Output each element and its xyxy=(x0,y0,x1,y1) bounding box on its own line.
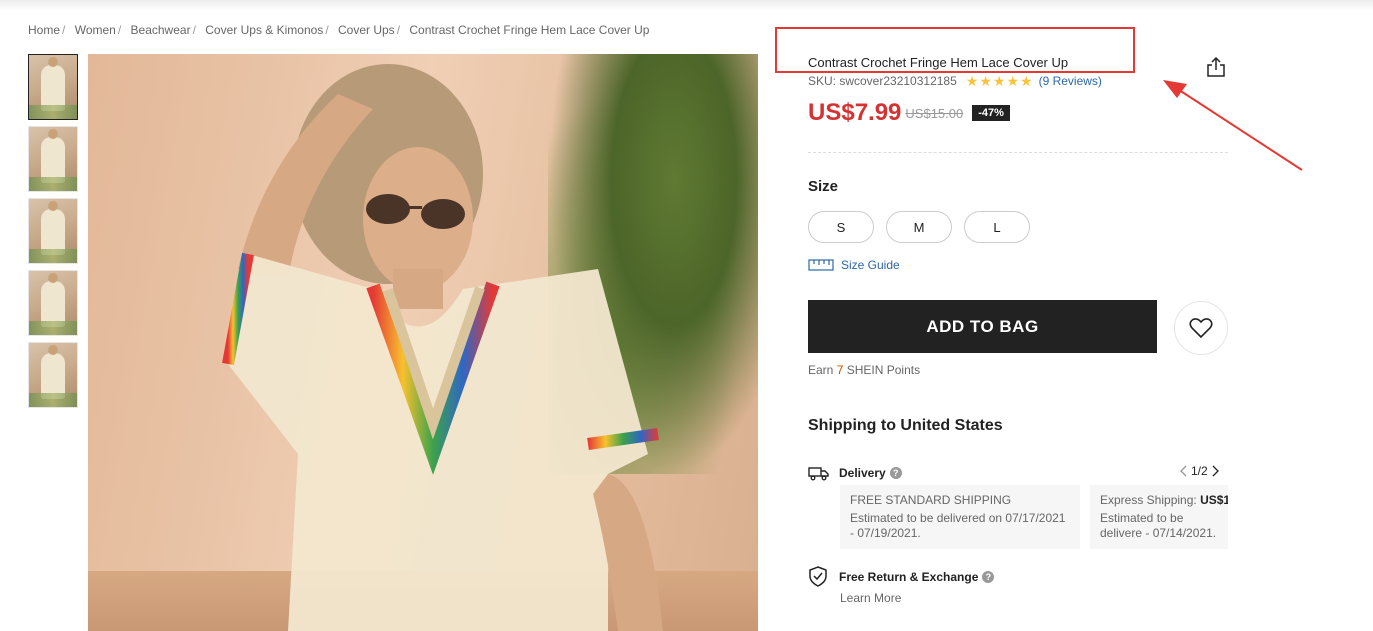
breadcrumb-home[interactable]: Home xyxy=(28,23,60,37)
shipping-option-card[interactable]: Express Shipping: US$1 Estimated to be d… xyxy=(1090,485,1228,549)
product-thumbnail[interactable] xyxy=(28,342,78,408)
delivery-row: Delivery ? xyxy=(808,465,902,481)
shipping-pager: 1/2 xyxy=(1180,464,1219,478)
breadcrumb-cover-ups-kimonos[interactable]: Cover Ups & Kimonos xyxy=(205,23,323,37)
model-illustration xyxy=(222,64,663,631)
breadcrumb-women[interactable]: Women xyxy=(75,23,116,37)
size-option-s[interactable]: S xyxy=(808,211,874,243)
plant-shape xyxy=(29,177,77,191)
main-product-image[interactable] xyxy=(88,54,758,631)
price-row: US$7.99 US$15.00 -47% xyxy=(808,99,1010,127)
product-title: Contrast Crochet Fringe Hem Lace Cover U… xyxy=(808,55,1069,70)
chevron-right-icon[interactable] xyxy=(1211,465,1219,477)
product-thumbnail[interactable] xyxy=(28,126,78,192)
shipping-option-estimate: Estimated to be delivere - 07/14/2021. xyxy=(1100,511,1217,540)
star-icon: ★ xyxy=(1006,73,1020,89)
breadcrumb-separator: / xyxy=(396,23,401,37)
sale-price: US$7.99 xyxy=(808,99,902,126)
help-icon[interactable]: ? xyxy=(889,467,902,479)
star-icon: ★ xyxy=(992,73,1006,89)
shipping-option-name: Express Shipping: xyxy=(1100,493,1197,507)
share-icon[interactable] xyxy=(1206,56,1226,78)
return-row: Free Return & Exchange ? xyxy=(808,566,995,587)
return-label: Free Return & Exchange xyxy=(839,569,979,584)
annotation-arrow xyxy=(1163,80,1303,171)
truck-icon xyxy=(808,467,829,481)
shield-check-icon xyxy=(809,566,827,587)
heart-icon xyxy=(1189,318,1213,339)
points-suffix: SHEIN Points xyxy=(846,363,921,377)
ruler-icon xyxy=(808,259,834,271)
original-price: US$15.00 xyxy=(905,105,964,121)
size-option-l[interactable]: L xyxy=(964,211,1030,243)
shipping-option-card[interactable]: FREE STANDARD SHIPPING Estimated to be d… xyxy=(840,485,1080,549)
plant-shape xyxy=(29,105,77,119)
breadcrumb-beachwear[interactable]: Beachwear xyxy=(131,23,191,37)
star-icon: ★ xyxy=(1020,73,1033,89)
header-shadow xyxy=(0,0,1373,10)
star-icon: ★ xyxy=(979,73,992,89)
add-to-bag-button[interactable]: ADD TO BAG xyxy=(808,300,1157,353)
plant-shape xyxy=(29,249,77,263)
breadcrumb-cover-ups[interactable]: Cover Ups xyxy=(338,23,395,37)
pager-count: 1/2 xyxy=(1191,464,1208,478)
divider xyxy=(808,152,1228,153)
discount-badge: -47% xyxy=(972,105,1010,121)
chevron-left-icon[interactable] xyxy=(1180,465,1188,477)
sku-text: SKU: swcover23210312185 xyxy=(808,74,957,88)
reviews-link[interactable]: (9 Reviews) xyxy=(1039,74,1102,88)
product-thumbnail[interactable] xyxy=(28,198,78,264)
wishlist-button[interactable] xyxy=(1174,301,1228,355)
breadcrumb-separator: / xyxy=(62,23,66,37)
size-options: S M L xyxy=(808,211,1042,243)
breadcrumb-separator: / xyxy=(117,23,122,37)
rating-stars: ★ ★ ★ ★ ★ xyxy=(966,74,1034,88)
thumbnail-list xyxy=(28,54,78,414)
shipping-title: Shipping to United States xyxy=(808,417,1003,434)
sku-rating-row: SKU: swcover23210312185 ★ ★ ★ ★ ★ (9 Rev… xyxy=(808,74,1102,88)
shipping-option-price: US$1 xyxy=(1200,493,1228,507)
size-option-m[interactable]: M xyxy=(886,211,952,243)
breadcrumb-separator: / xyxy=(192,23,196,37)
breadcrumb-current: Contrast Crochet Fringe Hem Lace Cover U… xyxy=(409,23,650,37)
size-guide-link[interactable]: Size Guide xyxy=(808,258,900,272)
shipping-option-name: FREE STANDARD SHIPPING xyxy=(850,493,1012,507)
help-icon[interactable]: ? xyxy=(982,570,995,583)
breadcrumb: Home / Women / Beachwear / Cover Ups & Kimo… xyxy=(28,23,649,37)
learn-more-link[interactable]: Learn More xyxy=(840,591,901,605)
plant-shape xyxy=(29,321,77,335)
points-value: 7 xyxy=(836,363,844,377)
plant-shape xyxy=(29,393,77,407)
star-icon: ★ xyxy=(965,73,979,89)
shipping-option-title: Express Shipping: US$1 xyxy=(1100,493,1228,508)
size-guide-label: Size Guide xyxy=(841,258,900,272)
product-thumbnail[interactable] xyxy=(28,54,78,120)
product-thumbnail[interactable] xyxy=(28,270,78,336)
points-info: Earn 7 SHEIN Points xyxy=(808,363,920,377)
delivery-label: Delivery xyxy=(839,466,886,480)
breadcrumb-separator: / xyxy=(325,23,329,37)
size-label: Size xyxy=(808,178,839,195)
points-prefix: Earn xyxy=(808,363,834,377)
shipping-option-estimate: Estimated to be delivered on 07/17/2021 … xyxy=(850,511,1066,540)
